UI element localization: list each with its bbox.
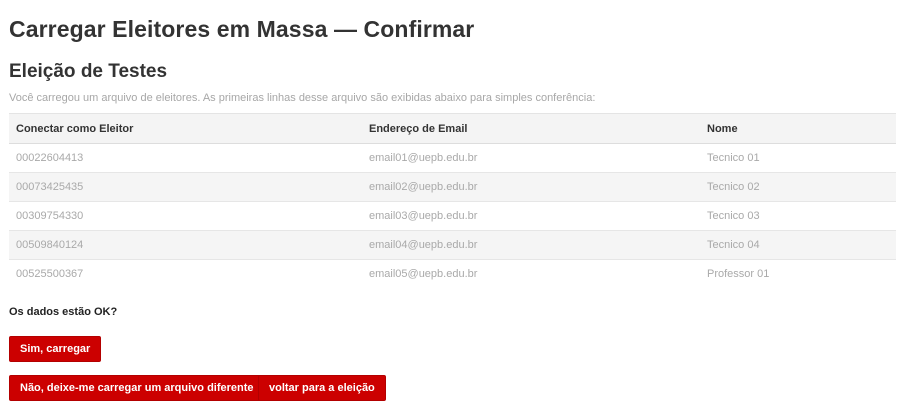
cell-email: email02@uepb.edu.br bbox=[362, 172, 700, 202]
confirm-upload-button[interactable]: Sim, carregar bbox=[9, 336, 102, 362]
table-row: 00073425435 email02@uepb.edu.br Tecnico … bbox=[9, 172, 896, 202]
confirm-question: Os dados estão OK? bbox=[9, 306, 118, 318]
cell-name: Tecnico 04 bbox=[700, 230, 896, 260]
table-row: 00022604413 email01@uepb.edu.br Tecnico … bbox=[9, 143, 896, 173]
upload-different-file-button[interactable]: Não, deixe-me carregar um arquivo difere… bbox=[9, 375, 265, 401]
cell-login: 00525500367 bbox=[9, 259, 362, 288]
cell-login: 00073425435 bbox=[9, 172, 362, 202]
page: Carregar Eleitores em Massa — Confirmar … bbox=[0, 0, 907, 420]
cell-email: email03@uepb.edu.br bbox=[362, 201, 700, 231]
table-row: 00509840124 email04@uepb.edu.br Tecnico … bbox=[9, 230, 896, 260]
cell-name: Tecnico 01 bbox=[700, 143, 896, 173]
table-header-row: Conectar como Eleitor Endereço de Email … bbox=[9, 113, 896, 144]
cell-email: email05@uepb.edu.br bbox=[362, 259, 700, 288]
cell-name: Tecnico 03 bbox=[700, 201, 896, 231]
cell-login: 00309754330 bbox=[9, 201, 362, 231]
voters-preview-table: Conectar como Eleitor Endereço de Email … bbox=[9, 113, 896, 288]
cell-login: 00509840124 bbox=[9, 230, 362, 260]
table-row: 00309754330 email03@uepb.edu.br Tecnico … bbox=[9, 201, 896, 231]
column-header-email: Endereço de Email bbox=[362, 113, 700, 144]
table-row: 00525500367 email05@uepb.edu.br Professo… bbox=[9, 259, 896, 288]
election-title: Eleição de Testes bbox=[9, 61, 168, 82]
cell-login: 00022604413 bbox=[9, 143, 362, 173]
cell-name: Professor 01 bbox=[700, 259, 896, 288]
cell-name: Tecnico 02 bbox=[700, 172, 896, 202]
column-header-name: Nome bbox=[700, 113, 896, 144]
page-title: Carregar Eleitores em Massa — Confirmar bbox=[9, 16, 475, 42]
back-to-election-button[interactable]: voltar para a eleição bbox=[258, 375, 386, 401]
intro-text: Você carregou um arquivo de eleitores. A… bbox=[9, 92, 596, 104]
cell-email: email04@uepb.edu.br bbox=[362, 230, 700, 260]
cell-email: email01@uepb.edu.br bbox=[362, 143, 700, 173]
column-header-login: Conectar como Eleitor bbox=[9, 113, 362, 144]
